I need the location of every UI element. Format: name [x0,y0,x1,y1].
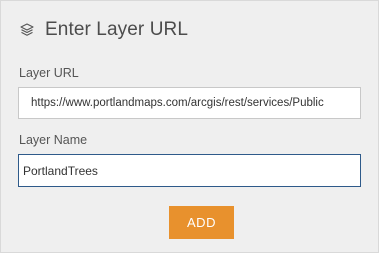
panel-header: Enter Layer URL [18,18,188,42]
enter-layer-url-panel: Enter Layer URL Layer URL Layer Name ADD [0,0,379,253]
layers-icon [18,21,36,39]
layer-url-input[interactable] [18,87,361,119]
add-button[interactable]: ADD [169,206,234,239]
panel-title: Enter Layer URL [45,19,189,40]
layer-name-input[interactable] [18,154,361,187]
layer-url-label: Layer URL [19,66,79,80]
layer-name-label: Layer Name [19,133,88,147]
